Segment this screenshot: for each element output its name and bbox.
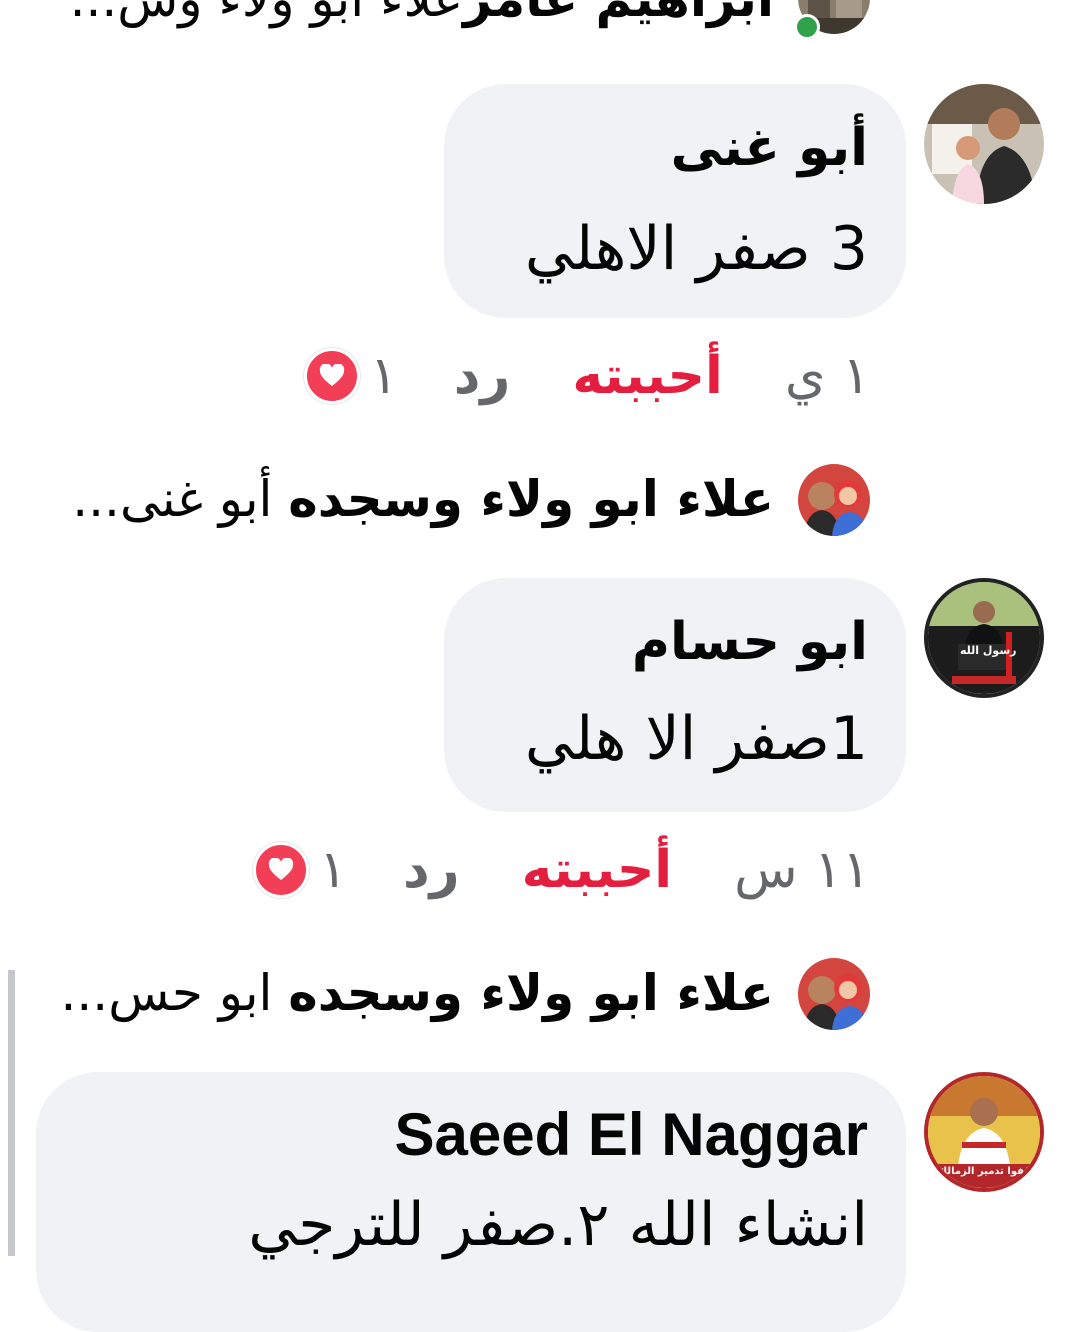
reply-author-name[interactable]: علاء ابو ولاء وسجده xyxy=(288,964,774,1022)
avatar-caption: أوقفوا تدمير الزمالك xyxy=(938,1166,1041,1177)
avatar-abu-ghona[interactable] xyxy=(924,84,1044,204)
like-button[interactable]: أحببته xyxy=(572,346,723,406)
avatar-saeed-el-naggar[interactable]: أوقفوا تدمير الزمالك xyxy=(924,1072,1044,1192)
reply-preview[interactable]: علاء ابو ولاء وسجده ابو حس... xyxy=(61,964,774,1022)
online-status-dot xyxy=(794,14,820,40)
reply-preview-top[interactable]: ابراهيم عامرعلاء ابو ولاء وس... xyxy=(70,0,774,28)
reply-preview-text: علاء ابو ولاء وس... xyxy=(70,0,464,28)
comment-author[interactable]: ابو حسام xyxy=(632,612,868,672)
comment-actions: ١١ س أحببته رد ١ xyxy=(253,830,870,910)
comment-timestamp[interactable]: ١١ س xyxy=(734,840,870,900)
heart-icon[interactable] xyxy=(303,348,360,404)
comment-timestamp[interactable]: ١ ي xyxy=(785,346,870,406)
comment-text: انشاء الله ٢.صفر للترجي xyxy=(248,1190,868,1260)
reply-preview-text: ابو حس... xyxy=(60,964,289,1022)
comment-bubble[interactable]: ابو حسام 1صفر الا هلي xyxy=(444,578,906,812)
avatar-alaa[interactable] xyxy=(798,958,870,1030)
reaction-count[interactable]: ١ xyxy=(319,840,347,900)
comment-actions: ١ ي أحببته رد ١ xyxy=(303,336,870,416)
comment-text: 3 صفر الاهلي xyxy=(524,214,868,284)
heart-icon[interactable] xyxy=(253,842,310,898)
like-button[interactable]: أحببته xyxy=(522,840,673,900)
reply-button[interactable]: رد xyxy=(454,346,511,406)
reply-button[interactable]: رد xyxy=(403,840,460,900)
avatar-abu-hossam[interactable]: رسول الله xyxy=(924,578,1044,698)
reply-author-name[interactable]: ابراهيم عامر xyxy=(463,0,774,28)
reply-author-name[interactable]: علاء ابو ولاء وسجده xyxy=(288,470,774,528)
reply-preview[interactable]: علاء ابو ولاء وسجده أبو غنى... xyxy=(72,470,774,528)
avatar-alaa[interactable] xyxy=(798,464,870,536)
reaction-count[interactable]: ١ xyxy=(370,346,398,406)
comment-author[interactable]: Saeed El Naggar xyxy=(394,1100,868,1169)
avatar-caption: رسول الله xyxy=(960,644,1017,657)
comment-author[interactable]: أبو غنى xyxy=(671,118,868,178)
reply-preview-text: أبو غنى... xyxy=(72,470,289,528)
comment-text: 1صفر الا هلي xyxy=(524,704,868,774)
comment-bubble[interactable]: أبو غنى 3 صفر الاهلي xyxy=(444,84,906,318)
comment-bubble[interactable]: Saeed El Naggar انشاء الله ٢.صفر للترجي xyxy=(36,1072,906,1332)
thread-line xyxy=(8,970,15,1256)
